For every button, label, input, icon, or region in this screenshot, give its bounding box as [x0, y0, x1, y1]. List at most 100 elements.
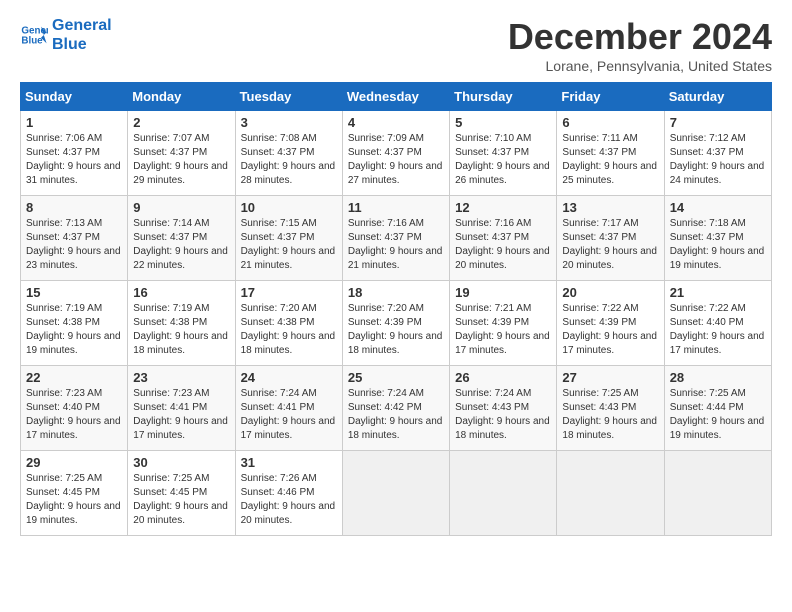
cell-info: Sunrise: 7:25 AMSunset: 4:44 PMDaylight:… — [670, 388, 765, 441]
week-row-4: 22Sunrise: 7:23 AMSunset: 4:40 PMDayligh… — [21, 366, 772, 451]
day-cell: 1Sunrise: 7:06 AMSunset: 4:37 PMDaylight… — [21, 111, 128, 196]
cell-info: Sunrise: 7:11 AMSunset: 4:37 PMDaylight:… — [562, 133, 657, 186]
day-cell: 17 Sunrise: 7:20 AMSunset: 4:38 PMDayligh… — [235, 281, 342, 366]
day-number: 16 — [133, 285, 229, 300]
day-cell — [450, 451, 557, 536]
day-cell: 25Sunrise: 7:24 AMSunset: 4:42 PMDayligh… — [342, 366, 449, 451]
day-cell: 9 Sunrise: 7:14 AMSunset: 4:37 PMDaylight… — [128, 196, 235, 281]
logo-icon: General Blue — [20, 21, 48, 49]
day-number: 27 — [562, 370, 658, 385]
week-row-1: 1Sunrise: 7:06 AMSunset: 4:37 PMDaylight… — [21, 111, 772, 196]
cell-info: Sunrise: 7:25 AMSunset: 4:45 PMDaylight:… — [133, 473, 228, 526]
svg-text:Blue: Blue — [21, 36, 43, 47]
day-number: 15 — [26, 285, 122, 300]
week-row-5: 29 Sunrise: 7:25 AMSunset: 4:45 PMDayligh… — [21, 451, 772, 536]
cell-info: Sunrise: 7:07 AMSunset: 4:37 PMDaylight:… — [133, 133, 228, 186]
day-number: 22 — [26, 370, 122, 385]
month-title: December 2024 — [508, 16, 772, 58]
day-number: 5 — [455, 115, 551, 130]
week-row-3: 15 Sunrise: 7:19 AMSunset: 4:38 PMDayligh… — [21, 281, 772, 366]
header-row: SundayMondayTuesdayWednesdayThursdayFrid… — [21, 83, 772, 111]
col-header-wednesday: Wednesday — [342, 83, 449, 111]
day-number: 2 — [133, 115, 229, 130]
day-number: 4 — [348, 115, 444, 130]
day-cell: 30 Sunrise: 7:25 AMSunset: 4:45 PMDayligh… — [128, 451, 235, 536]
location: Lorane, Pennsylvania, United States — [508, 58, 772, 74]
cell-info: Sunrise: 7:14 AMSunset: 4:37 PMDaylight:… — [133, 218, 228, 271]
day-cell: 24 Sunrise: 7:24 AMSunset: 4:41 PMDayligh… — [235, 366, 342, 451]
day-cell: 15 Sunrise: 7:19 AMSunset: 4:38 PMDayligh… — [21, 281, 128, 366]
day-number: 28 — [670, 370, 766, 385]
cell-info: Sunrise: 7:09 AMSunset: 4:37 PMDaylight:… — [348, 133, 443, 186]
day-number: 11 — [348, 200, 444, 215]
day-number: 3 — [241, 115, 337, 130]
day-number: 20 — [562, 285, 658, 300]
cell-info: Sunrise: 7:22 AMSunset: 4:39 PMDaylight:… — [562, 303, 657, 356]
day-number: 14 — [670, 200, 766, 215]
day-cell: 4 Sunrise: 7:09 AMSunset: 4:37 PMDaylight… — [342, 111, 449, 196]
day-cell: 5 Sunrise: 7:10 AMSunset: 4:37 PMDaylight… — [450, 111, 557, 196]
logo-blue: Blue — [52, 36, 87, 53]
day-cell: 31 Sunrise: 7:26 AMSunset: 4:46 PMDayligh… — [235, 451, 342, 536]
day-cell: 22Sunrise: 7:23 AMSunset: 4:40 PMDayligh… — [21, 366, 128, 451]
day-cell: 8Sunrise: 7:13 AMSunset: 4:37 PMDaylight… — [21, 196, 128, 281]
day-cell: 21 Sunrise: 7:22 AMSunset: 4:40 PMDayligh… — [664, 281, 771, 366]
day-cell — [664, 451, 771, 536]
cell-info: Sunrise: 7:22 AMSunset: 4:40 PMDaylight:… — [670, 303, 765, 356]
cell-info: Sunrise: 7:23 AMSunset: 4:41 PMDaylight:… — [133, 388, 228, 441]
cell-info: Sunrise: 7:26 AMSunset: 4:46 PMDaylight:… — [241, 473, 336, 526]
cell-info: Sunrise: 7:10 AMSunset: 4:37 PMDaylight:… — [455, 133, 550, 186]
day-number: 29 — [26, 455, 122, 470]
day-cell: 16 Sunrise: 7:19 AMSunset: 4:38 PMDayligh… — [128, 281, 235, 366]
day-number: 9 — [133, 200, 229, 215]
day-cell: 26 Sunrise: 7:24 AMSunset: 4:43 PMDayligh… — [450, 366, 557, 451]
day-number: 6 — [562, 115, 658, 130]
day-cell: 12 Sunrise: 7:16 AMSunset: 4:37 PMDayligh… — [450, 196, 557, 281]
cell-info: Sunrise: 7:17 AMSunset: 4:37 PMDaylight:… — [562, 218, 657, 271]
logo-general: General — [52, 17, 112, 34]
day-number: 17 — [241, 285, 337, 300]
col-header-sunday: Sunday — [21, 83, 128, 111]
day-cell: 7Sunrise: 7:12 AMSunset: 4:37 PMDaylight… — [664, 111, 771, 196]
cell-info: Sunrise: 7:16 AMSunset: 4:37 PMDaylight:… — [455, 218, 550, 271]
cell-info: Sunrise: 7:20 AMSunset: 4:39 PMDaylight:… — [348, 303, 443, 356]
col-header-friday: Friday — [557, 83, 664, 111]
day-cell: 20 Sunrise: 7:22 AMSunset: 4:39 PMDayligh… — [557, 281, 664, 366]
day-number: 31 — [241, 455, 337, 470]
day-number: 19 — [455, 285, 551, 300]
cell-info: Sunrise: 7:06 AMSunset: 4:37 PMDaylight:… — [26, 133, 121, 186]
day-cell — [557, 451, 664, 536]
cell-info: Sunrise: 7:19 AMSunset: 4:38 PMDaylight:… — [133, 303, 228, 356]
day-number: 24 — [241, 370, 337, 385]
cell-info: Sunrise: 7:20 AMSunset: 4:38 PMDaylight:… — [241, 303, 336, 356]
day-number: 21 — [670, 285, 766, 300]
day-number: 18 — [348, 285, 444, 300]
day-cell: 27 Sunrise: 7:25 AMSunset: 4:43 PMDayligh… — [557, 366, 664, 451]
day-cell: 6 Sunrise: 7:11 AMSunset: 4:37 PMDaylight… — [557, 111, 664, 196]
page-header: General Blue General Blue December 2024 … — [20, 16, 772, 74]
cell-info: Sunrise: 7:24 AMSunset: 4:43 PMDaylight:… — [455, 388, 550, 441]
col-header-saturday: Saturday — [664, 83, 771, 111]
day-cell — [342, 451, 449, 536]
cell-info: Sunrise: 7:25 AMSunset: 4:43 PMDaylight:… — [562, 388, 657, 441]
day-number: 30 — [133, 455, 229, 470]
cell-info: Sunrise: 7:08 AMSunset: 4:37 PMDaylight:… — [241, 133, 336, 186]
day-cell: 10Sunrise: 7:15 AMSunset: 4:37 PMDayligh… — [235, 196, 342, 281]
day-number: 13 — [562, 200, 658, 215]
day-number: 8 — [26, 200, 122, 215]
day-number: 23 — [133, 370, 229, 385]
cell-info: Sunrise: 7:19 AMSunset: 4:38 PMDaylight:… — [26, 303, 121, 356]
day-number: 10 — [241, 200, 337, 215]
day-cell: 14Sunrise: 7:18 AMSunset: 4:37 PMDayligh… — [664, 196, 771, 281]
day-cell: 19Sunrise: 7:21 AMSunset: 4:39 PMDayligh… — [450, 281, 557, 366]
day-number: 26 — [455, 370, 551, 385]
day-number: 7 — [670, 115, 766, 130]
day-cell: 28 Sunrise: 7:25 AMSunset: 4:44 PMDayligh… — [664, 366, 771, 451]
day-number: 12 — [455, 200, 551, 215]
logo: General Blue General Blue — [20, 16, 112, 54]
title-block: December 2024 Lorane, Pennsylvania, Unit… — [508, 16, 772, 74]
day-cell: 13 Sunrise: 7:17 AMSunset: 4:37 PMDayligh… — [557, 196, 664, 281]
col-header-thursday: Thursday — [450, 83, 557, 111]
cell-info: Sunrise: 7:24 AMSunset: 4:41 PMDaylight:… — [241, 388, 336, 441]
day-cell: 23 Sunrise: 7:23 AMSunset: 4:41 PMDayligh… — [128, 366, 235, 451]
